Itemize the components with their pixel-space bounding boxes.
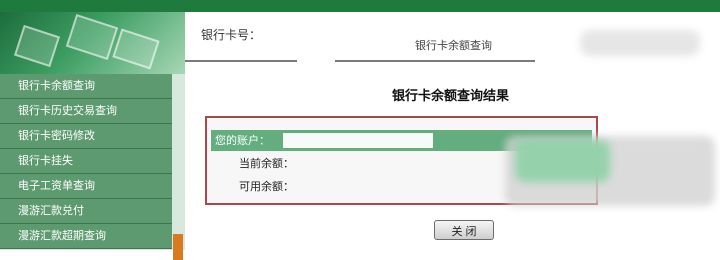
- sidebar-item-payslip-query[interactable]: 电子工资单查询: [0, 174, 172, 199]
- account-value-masked: [283, 133, 433, 148]
- masked-region: [580, 30, 700, 56]
- sidebar-menu: 银行卡余额查询 银行卡历史交易查询 银行卡密码修改 银行卡挂失 电子工资单查询 …: [0, 74, 172, 249]
- close-button[interactable]: 关 闭: [434, 220, 494, 240]
- sidebar-item-remittance-overdue[interactable]: 漫游汇款超期查询: [0, 224, 172, 249]
- result-title: 银行卡余额查询结果: [392, 89, 510, 104]
- sidebar-banner: [0, 12, 185, 74]
- banner-graphic: [65, 14, 119, 60]
- bank-card-number-label: 银行卡号：: [201, 28, 262, 42]
- masked-region: [515, 140, 610, 182]
- sidebar-item-remittance-cash[interactable]: 漫游汇款兑付: [0, 199, 172, 224]
- account-label: 您的账户：: [215, 134, 270, 147]
- tab-balance-query[interactable]: 银行卡余额查询: [415, 37, 492, 53]
- sidebar-item-transaction-history[interactable]: 银行卡历史交易查询: [0, 99, 172, 124]
- current-balance-label: 当前余额：: [239, 157, 294, 170]
- available-balance-label: 可用余额：: [239, 180, 294, 193]
- divider: [185, 60, 297, 62]
- top-bar: [0, 0, 720, 12]
- scroll-indicator[interactable]: [173, 234, 183, 260]
- banner-graphic: [13, 24, 61, 68]
- sidebar: 银行卡余额查询 银行卡历史交易查询 银行卡密码修改 银行卡挂失 电子工资单查询 …: [0, 12, 185, 260]
- sidebar-item-balance-query[interactable]: 银行卡余额查询: [0, 74, 172, 99]
- banner-graphic: [112, 28, 160, 70]
- sidebar-item-password-change[interactable]: 银行卡密码修改: [0, 124, 172, 149]
- sidebar-item-report-loss[interactable]: 银行卡挂失: [0, 149, 172, 174]
- main-content: 银行卡号： 银行卡余额查询 银行卡余额查询结果 您的账户： 当前余额： 可用余额…: [185, 12, 720, 250]
- divider: [335, 60, 535, 62]
